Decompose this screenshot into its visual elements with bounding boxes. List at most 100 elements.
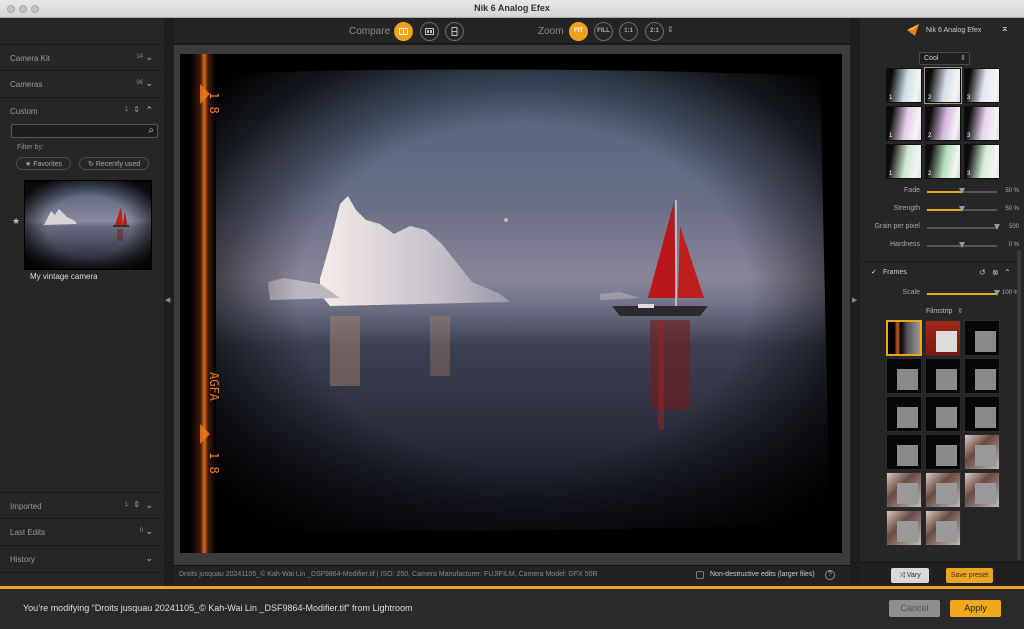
scale-slider-handle[interactable] [994, 290, 1000, 296]
zoom-fill-button[interactable]: FILL [594, 22, 613, 41]
slider-handle[interactable] [959, 242, 965, 248]
side-by-side-icon [425, 28, 434, 35]
slider-handle[interactable] [959, 188, 965, 194]
chevron-down-icon[interactable]: ⌄ [145, 526, 153, 537]
frame-thumbnail[interactable] [886, 358, 922, 394]
section-history[interactable]: History ⌄ [0, 546, 164, 573]
frame-thumbnail-preview [936, 445, 957, 466]
frame-thumbnail[interactable] [886, 472, 922, 508]
non-destructive-checkbox[interactable] [696, 571, 704, 579]
collapse-left-panel-icon[interactable]: ◀ [165, 296, 170, 304]
slider-track[interactable] [927, 242, 997, 248]
section-cameras[interactable]: Cameras 96 ⌄ [0, 71, 164, 98]
frame-thumbnail[interactable] [925, 472, 961, 508]
section-count: 96 [136, 80, 143, 86]
frame-thumbnail[interactable] [964, 320, 1000, 356]
frame-thumbnail[interactable] [925, 396, 961, 432]
section-label: Camera Kit [10, 54, 51, 63]
apply-button[interactable]: Apply [950, 600, 1001, 617]
favorite-star-icon[interactable]: ★ [12, 216, 20, 227]
split-view-icon [399, 28, 408, 35]
frame-thumbnail[interactable] [886, 396, 922, 432]
slider-handle[interactable] [959, 206, 965, 212]
tone-preset-value: Cool [924, 55, 939, 62]
zoom-fit-button[interactable]: FIT [569, 22, 588, 41]
tone-thumbnail[interactable]: 1 [886, 68, 922, 103]
frame-thumbnail-preview [975, 445, 996, 466]
frame-thumbnail[interactable] [925, 320, 961, 356]
tone-thumbnail[interactable]: 2 [924, 67, 962, 104]
compare-side-by-side-button[interactable] [420, 22, 439, 41]
tone-preset-select[interactable]: Cool ⇕ [919, 52, 970, 65]
frame-thumbnail[interactable] [964, 472, 1000, 508]
sort-icon[interactable]: ⇕ [133, 500, 140, 509]
tone-thumbnail[interactable]: 2 [925, 144, 961, 179]
slider-track[interactable] [927, 206, 997, 212]
slider-track[interactable] [927, 224, 1000, 230]
compare-top-bottom-button[interactable] [445, 22, 464, 41]
remove-icon[interactable]: ⊗ [992, 268, 999, 277]
tone-thumbnail-number: 3 [967, 133, 971, 139]
right-panel-scrollbar[interactable] [1017, 250, 1021, 560]
svg-text:1 8: 1 8 [207, 452, 221, 474]
tone-thumbnail[interactable]: 3 [964, 68, 1000, 103]
zoom-1-1-button[interactable]: 1:1 [619, 22, 638, 41]
frame-thumbnail[interactable] [925, 434, 961, 470]
compare-split-button[interactable] [394, 22, 413, 41]
zoom-2-1-button[interactable]: 2:1 [645, 22, 664, 41]
section-custom[interactable]: Custom 1 ⇕ ⌃ [0, 98, 164, 125]
frame-thumbnail[interactable] [886, 320, 922, 356]
filter-favorites-chip[interactable]: ★ Favorites [16, 157, 72, 170]
frame-thumbnail[interactable] [925, 358, 961, 394]
filter-recently-used-chip[interactable]: ↻ Recently used [79, 157, 150, 170]
brand-label: Nik 6 Analog Efex [926, 27, 982, 34]
chevron-up-icon[interactable]: ⌃ [145, 105, 153, 116]
section-camera-kit[interactable]: Camera Kit 14 ⌄ [0, 44, 164, 71]
search-icon[interactable]: ⌕ [148, 125, 154, 136]
frame-type-value: Filmstrip [926, 308, 953, 315]
chevron-down-icon[interactable]: ⌄ [145, 500, 153, 511]
frames-checkbox[interactable]: ✓ [871, 269, 879, 277]
preview-image[interactable]: 1 8 AGFA 1 8 [180, 54, 842, 553]
section-last-edits[interactable]: Last Edits 0 ⌄ [0, 519, 164, 546]
window-titlebar: Nik 6 Analog Efex [0, 0, 1024, 18]
right-panel: Nik 6 Analog Efex ⌅ Cool ⇕ 1 2 3 1 2 3 1 2 3 Fad… [860, 18, 1024, 586]
preset-thumbnail[interactable] [24, 180, 152, 270]
frame-thumbnail[interactable] [886, 434, 922, 470]
vary-button[interactable]: ⤨ Vary [891, 568, 929, 583]
tone-thumbnail[interactable]: 1 [886, 144, 922, 179]
zoom-stepper-icon[interactable]: ⇕ [667, 25, 674, 34]
collapse-right-panel-icon[interactable]: ▶ [852, 296, 857, 304]
tone-thumbnail[interactable]: 2 [925, 106, 961, 141]
frame-thumbnail[interactable] [886, 510, 922, 546]
frame-type-select[interactable]: Filmstrip ⇕ [923, 305, 968, 317]
collapse-top-icon[interactable]: ⌅ [1001, 23, 1009, 34]
cancel-button[interactable]: Cancel [889, 600, 940, 617]
chevron-down-icon[interactable]: ⌄ [145, 52, 153, 63]
frame-thumbnail[interactable] [925, 510, 961, 546]
sort-icon[interactable]: ⇕ [133, 105, 140, 114]
slider-track[interactable] [927, 188, 997, 194]
frame-thumbnail[interactable] [964, 358, 1000, 394]
preset-thumbnail-image [25, 181, 151, 269]
slider-handle[interactable] [994, 224, 1000, 230]
help-icon[interactable]: ? [825, 570, 835, 580]
tone-thumbnail[interactable]: 1 [886, 106, 922, 141]
save-preset-button[interactable]: Save preset [946, 568, 993, 583]
frame-thumbnail[interactable] [964, 396, 1000, 432]
section-imported[interactable]: Imported 1 ⇕ ⌄ [0, 492, 164, 519]
chevron-up-icon[interactable]: ⌃ [1004, 268, 1011, 277]
chevron-down-icon[interactable]: ⌄ [145, 553, 153, 564]
chevron-down-icon[interactable]: ⌄ [145, 78, 153, 89]
tone-thumbnail[interactable]: 3 [964, 106, 1000, 141]
left-panel: Camera Kit 14 ⌄ Cameras 96 ⌄ Custom 1 ⇕ … [0, 18, 164, 586]
slider-label: Fade [904, 187, 920, 194]
file-info: Droits jusquau 20241105_© Kah-Wai Lin _D… [179, 571, 598, 578]
frame-thumbnail[interactable] [964, 434, 1000, 470]
reset-icon[interactable]: ↺ [979, 268, 986, 277]
tone-thumbnail[interactable]: 3 [964, 144, 1000, 179]
scale-slider[interactable] [927, 290, 1000, 296]
slider-fill [927, 209, 962, 211]
search-input[interactable]: ⌕ [11, 124, 158, 138]
section-label: History [10, 555, 35, 564]
